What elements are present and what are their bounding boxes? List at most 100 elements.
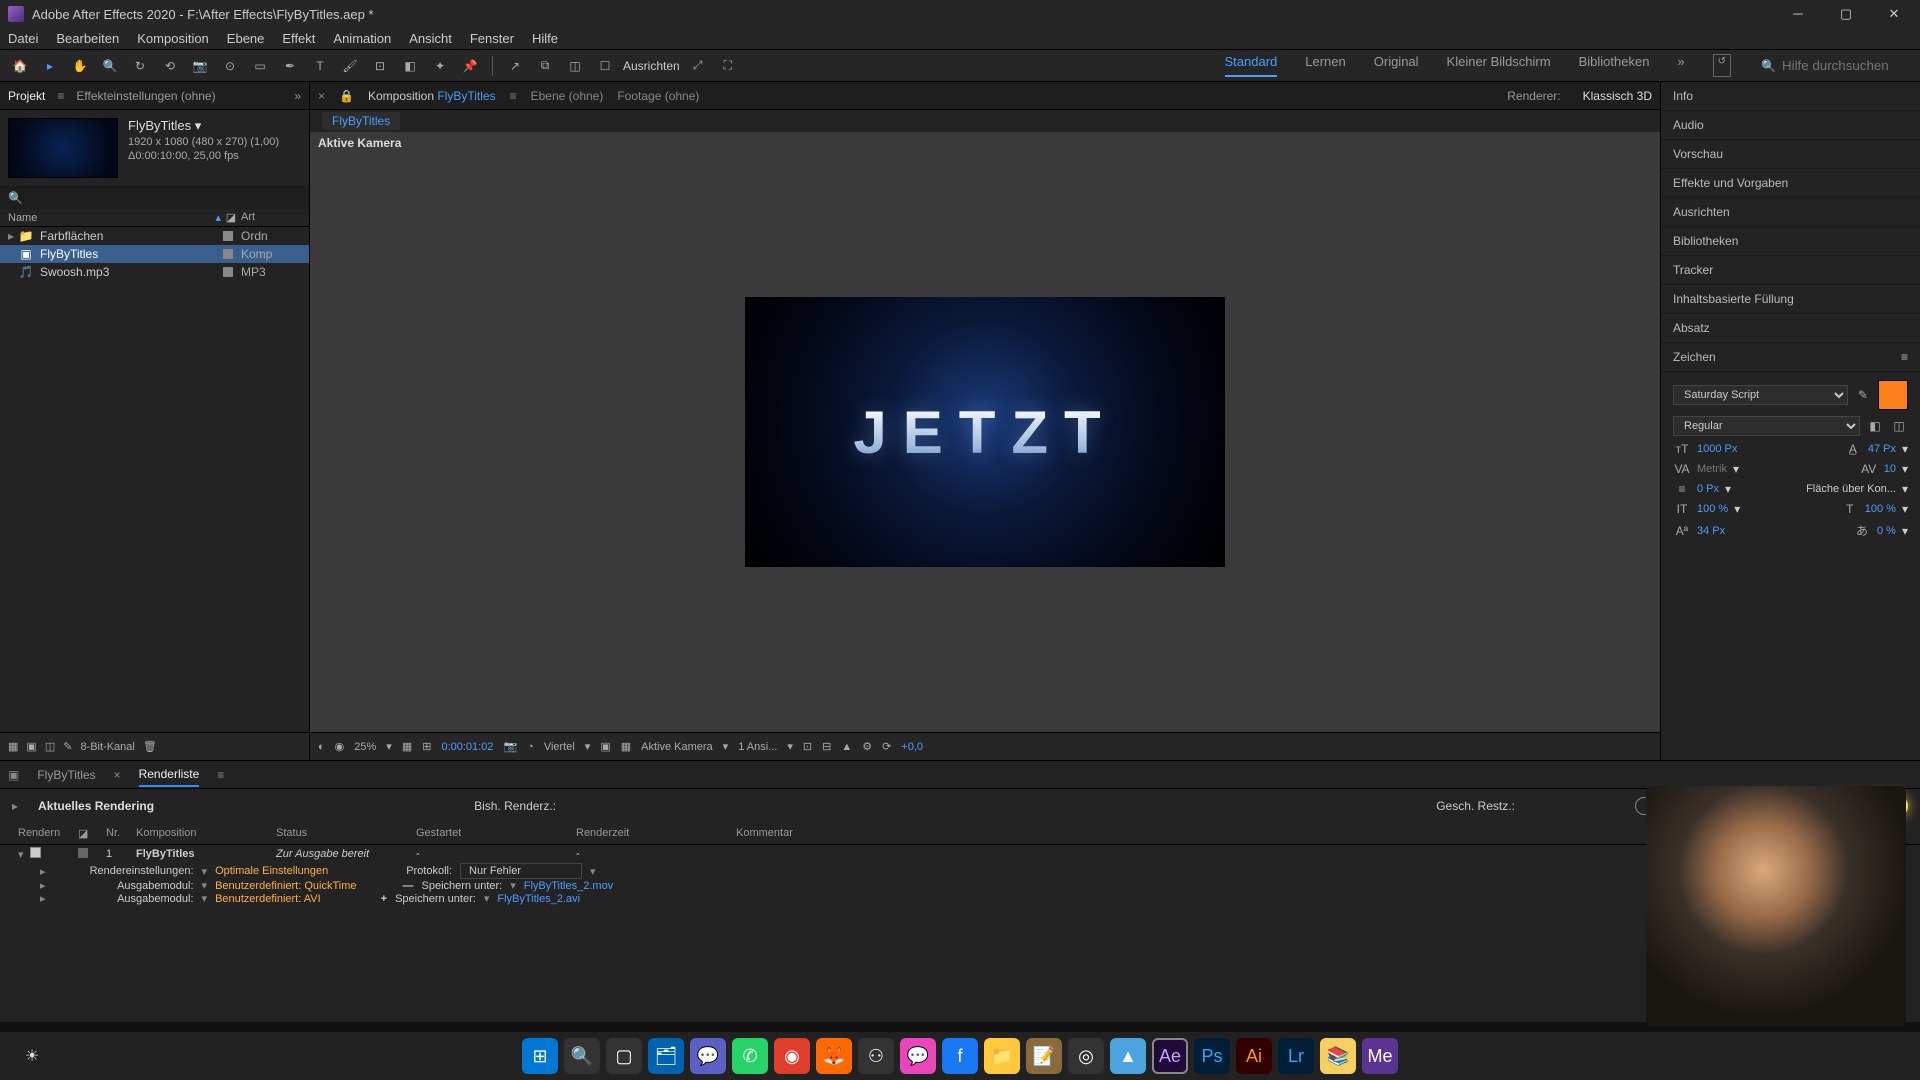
tab-project[interactable]: Projekt <box>8 89 45 103</box>
eraser-tool-icon[interactable]: ◧ <box>398 54 422 78</box>
font-family-select[interactable]: Saturday Script <box>1673 385 1848 405</box>
vf-channel-icon[interactable]: ◔ <box>527 741 534 753</box>
label-color[interactable] <box>223 231 233 241</box>
tab-close-icon[interactable]: × <box>114 768 121 782</box>
vf-roi-icon[interactable]: ▣ <box>600 740 610 753</box>
tracking-value[interactable]: 10 <box>1884 463 1896 475</box>
panel-preview[interactable]: Vorschau <box>1661 140 1920 169</box>
workspace-original[interactable]: Original <box>1374 54 1419 77</box>
project-item-audio[interactable]: 🎵 Swoosh.mp3 MP3 <box>0 263 309 281</box>
expand-icon[interactable]: ▸ <box>12 799 18 813</box>
vf-mask-icon[interactable]: ◉ <box>335 740 345 753</box>
workspace-bibliotheken[interactable]: Bibliotheken <box>1579 54 1650 77</box>
panel-overflow-icon[interactable]: » <box>294 89 301 103</box>
taskbar-search-icon[interactable]: 🔍 <box>564 1038 600 1074</box>
chevron-down-icon[interactable]: ▾ <box>1902 462 1908 476</box>
chevron-down-icon[interactable]: ▾ <box>787 740 793 753</box>
comp-title[interactable]: FlyByTitles ▾ <box>128 118 279 134</box>
taskbar-obs-icon[interactable]: ◎ <box>1068 1038 1104 1074</box>
project-search-input[interactable] <box>29 190 301 205</box>
panel-paragraph[interactable]: Absatz <box>1661 314 1920 343</box>
clone-tool-icon[interactable]: ⊡ <box>368 54 392 78</box>
expand-row-icon[interactable]: ▾ <box>18 849 24 861</box>
expand-sub-icon[interactable]: ▸ <box>40 879 46 892</box>
pan-behind-tool-icon[interactable]: ⊙ <box>218 54 242 78</box>
snap-option-icon[interactable]: ⤢ <box>686 54 710 78</box>
add-output-icon[interactable]: + <box>381 893 387 905</box>
chevron-down-icon[interactable]: ▾ <box>1902 502 1908 516</box>
th-render[interactable]: Rendern <box>12 825 72 842</box>
expand-icon[interactable]: ▸ <box>8 229 18 243</box>
menu-animation[interactable]: Animation <box>333 31 391 46</box>
proj-footer-icon2[interactable]: ▣ <box>26 740 36 753</box>
panel-effects[interactable]: Effekte und Vorgaben <box>1661 169 1920 198</box>
stroke-mode-select[interactable]: Fläche über Kon... <box>1806 483 1896 495</box>
taskbar-app4-icon[interactable]: ▲ <box>1110 1038 1146 1074</box>
fill-color-swatch[interactable] <box>1878 380 1908 410</box>
comp-lock-icon[interactable]: 🔒 <box>339 89 354 103</box>
vf-transparency-icon[interactable]: ▦ <box>621 740 631 753</box>
workspace-overflow-icon[interactable]: » <box>1677 54 1684 77</box>
pen-tool-icon[interactable]: ✒ <box>278 54 302 78</box>
output-file-link[interactable]: FlyByTitles_2.mov <box>524 880 613 892</box>
help-search-input[interactable] <box>1782 58 1912 73</box>
menu-bearbeiten[interactable]: Bearbeiten <box>56 31 119 46</box>
workspace-kleiner[interactable]: Kleiner Bildschirm <box>1447 54 1551 77</box>
menu-effekt[interactable]: Effekt <box>282 31 315 46</box>
taskbar-whatsapp-icon[interactable]: ✆ <box>732 1038 768 1074</box>
menu-fenster[interactable]: Fenster <box>470 31 514 46</box>
weather-widget[interactable]: ☀ <box>12 1040 52 1072</box>
taskbar-taskview-icon[interactable]: ▢ <box>606 1038 642 1074</box>
menu-komposition[interactable]: Komposition <box>137 31 209 46</box>
proj-footer-icon1[interactable]: ▦ <box>8 740 18 753</box>
expand-sub-icon[interactable]: ▸ <box>40 892 46 905</box>
dropdown-icon[interactable]: ▾ <box>510 879 516 892</box>
protokoll-select[interactable]: Nur Fehler <box>460 863 582 879</box>
bit-depth-button[interactable]: 8-Bit-Kanal <box>80 741 134 753</box>
taskbar-lightroom-icon[interactable]: Lr <box>1278 1038 1314 1074</box>
taskbar-illustrator-icon[interactable]: Ai <box>1236 1038 1272 1074</box>
taskbar-teams-icon[interactable]: 💬 <box>690 1038 726 1074</box>
menu-ebene[interactable]: Ebene <box>227 31 265 46</box>
proj-footer-icon4[interactable]: ✎ <box>63 740 72 753</box>
taskbar-messenger-icon[interactable]: 💬 <box>900 1038 936 1074</box>
panel-menu-icon[interactable]: ≡ <box>1901 350 1908 364</box>
th-started[interactable]: Gestartet <box>410 825 570 842</box>
tsume-value[interactable]: 0 % <box>1877 525 1896 537</box>
vf-active-camera[interactable]: Aktive Kamera <box>641 741 713 753</box>
th-rtime[interactable]: Renderzeit <box>570 825 730 842</box>
dropdown-icon[interactable]: ▾ <box>484 892 490 905</box>
taskbar-photoshop-icon[interactable]: Ps <box>1194 1038 1230 1074</box>
taskbar-folder-icon[interactable]: 📁 <box>984 1038 1020 1074</box>
chevron-down-icon[interactable]: ▾ <box>723 740 729 753</box>
brush-tool-icon[interactable]: 🖌 <box>338 54 362 78</box>
vf-timecode[interactable]: 0:00:01:02 <box>441 741 493 753</box>
menu-datei[interactable]: Datei <box>8 31 38 46</box>
row-label-color[interactable] <box>78 848 88 858</box>
vf-refresh-icon[interactable]: ⟳ <box>882 740 891 753</box>
font-size-value[interactable]: 1000 Px <box>1697 443 1737 455</box>
panel-info[interactable]: Info <box>1661 82 1920 111</box>
panel-audio[interactable]: Audio <box>1661 111 1920 140</box>
breadcrumb-comp[interactable]: FlyByTitles <box>322 112 400 130</box>
vf-icon-a[interactable]: ⊡ <box>803 740 812 753</box>
th-comp[interactable]: Komposition <box>130 825 270 842</box>
rotate-tool-icon[interactable]: ⟲ <box>158 54 182 78</box>
workspace-lernen[interactable]: Lernen <box>1305 54 1345 77</box>
taskbar-firefox-icon[interactable]: 🦊 <box>816 1038 852 1074</box>
proj-footer-trash-icon[interactable]: 🗑 <box>143 740 157 753</box>
panel-align[interactable]: Ausrichten <box>1661 198 1920 227</box>
vf-snapshot-icon[interactable]: 📷 <box>503 740 517 753</box>
render-settings-link[interactable]: Optimale Einstellungen <box>215 865 328 877</box>
menu-ansicht[interactable]: Ansicht <box>409 31 452 46</box>
tab-footage[interactable]: Footage (ohne) <box>617 89 699 103</box>
chevron-down-icon[interactable]: ▾ <box>1902 524 1908 538</box>
stroke-swap-icon[interactable]: ◧ <box>1866 419 1884 433</box>
selection-tool-icon[interactable]: ▸ <box>38 54 62 78</box>
chevron-down-icon[interactable]: ▾ <box>1733 462 1739 476</box>
output-module-link[interactable]: Benutzerdefiniert: QuickTime <box>215 880 356 892</box>
output-file-link[interactable]: FlyByTitles_2.avi <box>497 893 580 905</box>
toolbar-option3-icon[interactable]: ◫ <box>563 54 587 78</box>
col-label-icon[interactable]: ◪ <box>221 211 241 224</box>
dropdown-icon[interactable]: ▾ <box>202 879 208 892</box>
